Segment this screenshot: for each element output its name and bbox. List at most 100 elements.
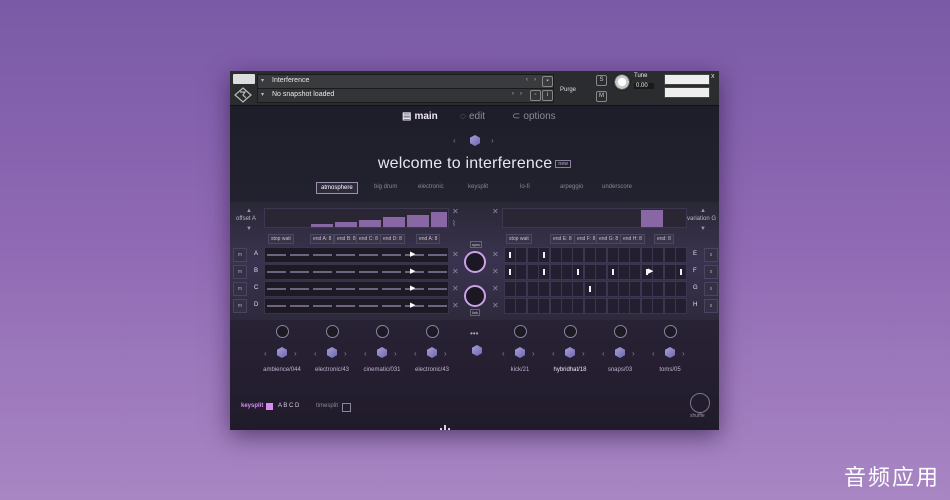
- step-end-tag[interactable]: end A: 8: [416, 234, 441, 244]
- solo-icon[interactable]: S: [596, 75, 607, 86]
- step-cell[interactable]: [515, 281, 528, 297]
- step-cell[interactable]: [526, 264, 539, 280]
- play-icon[interactable]: ▶: [410, 267, 415, 275]
- play-icon[interactable]: ▶: [410, 250, 415, 258]
- clear-lane-icon[interactable]: ✕: [492, 207, 499, 216]
- slot-knob[interactable]: [376, 325, 389, 338]
- prev-sample-icon[interactable]: ‹: [552, 349, 555, 358]
- velocity-bar[interactable]: [407, 215, 429, 227]
- step-cell[interactable]: [606, 247, 619, 263]
- sync-tag[interactable]: sync: [470, 241, 483, 248]
- prev-sample-icon[interactable]: ‹: [364, 349, 367, 358]
- step-cell[interactable]: [675, 281, 687, 297]
- step-cell[interactable]: [561, 281, 573, 297]
- slot-knob[interactable]: [276, 325, 289, 338]
- step-cell[interactable]: [652, 281, 665, 297]
- velocity-bar[interactable]: [335, 222, 357, 227]
- step-cell[interactable]: [504, 298, 516, 314]
- solo-row-button[interactable]: s: [704, 265, 718, 279]
- next-sample-icon[interactable]: ›: [394, 349, 397, 358]
- sample-cube-icon[interactable]: [377, 347, 387, 358]
- step-end-tag[interactable]: end B: 8: [334, 234, 359, 244]
- slot-knob[interactable]: [564, 325, 577, 338]
- slot-knob[interactable]: [514, 325, 527, 338]
- prev-sample-icon[interactable]: ‹: [602, 349, 605, 358]
- step-cell[interactable]: [504, 264, 516, 280]
- play-icon[interactable]: ▶: [648, 267, 653, 275]
- step-cell[interactable]: [606, 281, 619, 297]
- tune-knob[interactable]: [613, 73, 631, 91]
- preset-tab[interactable]: underscore: [598, 182, 636, 192]
- step-cell[interactable]: [640, 298, 653, 314]
- sample-cube-icon[interactable]: [277, 347, 287, 358]
- clear-row-icon[interactable]: ✕: [452, 284, 459, 293]
- velocity-lane-right[interactable]: [502, 208, 687, 228]
- step-end-tag[interactable]: stop wait: [506, 234, 532, 244]
- step-cell[interactable]: [663, 298, 676, 314]
- play-icon[interactable]: ▶: [410, 284, 415, 292]
- step-cell[interactable]: [572, 247, 585, 263]
- step-cell[interactable]: [515, 264, 528, 280]
- step-cell[interactable]: [515, 298, 528, 314]
- step-cell[interactable]: [561, 298, 573, 314]
- prev-snapshot-icon[interactable]: ‹: [512, 91, 514, 97]
- step-end-tag[interactable]: end D: 8: [380, 234, 405, 244]
- clear-lane-icon[interactable]: ✕: [452, 207, 459, 216]
- step-cell[interactable]: [515, 247, 528, 263]
- chevron-down-icon[interactable]: ▾: [261, 91, 264, 98]
- slot-knob[interactable]: [664, 325, 677, 338]
- step-cell[interactable]: [663, 281, 676, 297]
- tab-edit[interactable]: ◌ edit: [460, 111, 485, 122]
- step-cell[interactable]: [561, 264, 573, 280]
- preset-tab[interactable]: lo-fi: [516, 182, 534, 192]
- step-cell[interactable]: [606, 298, 619, 314]
- step-cell[interactable]: [504, 247, 516, 263]
- step-end-tag[interactable]: end F: 8: [574, 234, 599, 244]
- step-end-tag[interactable]: end H: 8: [620, 234, 645, 244]
- purge-menu[interactable]: Purge: [560, 87, 576, 93]
- sample-cube-icon[interactable]: [327, 347, 337, 358]
- crossfade-knob[interactable]: [464, 251, 486, 273]
- slot-knob[interactable]: [326, 325, 339, 338]
- center-cube-icon[interactable]: [472, 345, 482, 356]
- next-snapshot-icon[interactable]: ›: [520, 91, 522, 97]
- next-sample-icon[interactable]: ›: [632, 349, 635, 358]
- step-cell[interactable]: [504, 281, 516, 297]
- close-icon[interactable]: x: [711, 73, 715, 80]
- step-cell[interactable]: [675, 264, 687, 280]
- step-cell[interactable]: [663, 247, 676, 263]
- step-cell[interactable]: [549, 247, 562, 263]
- next-sample-icon[interactable]: ›: [344, 349, 347, 358]
- offset-up-icon[interactable]: ▲: [246, 208, 252, 214]
- step-cell[interactable]: [595, 281, 608, 297]
- random-lane-icon[interactable]: ⌇: [452, 219, 456, 228]
- velocity-bar[interactable]: [431, 212, 447, 227]
- clear-row-icon[interactable]: ✕: [452, 250, 459, 259]
- camera-icon[interactable]: ▪: [542, 76, 553, 87]
- step-cell[interactable]: [561, 247, 573, 263]
- mute-row-button[interactable]: m: [233, 248, 247, 262]
- sample-track[interactable]: [264, 281, 449, 297]
- play-icon[interactable]: ▶: [410, 301, 415, 309]
- step-end-tag[interactable]: end A: 8: [310, 234, 335, 244]
- step-cell[interactable]: [595, 298, 608, 314]
- prev-preset-icon[interactable]: ‹: [453, 136, 456, 145]
- offset-down-icon[interactable]: ▼: [246, 226, 252, 232]
- solo-row-button[interactable]: s: [704, 248, 718, 262]
- step-end-tag[interactable]: end G: 8: [596, 234, 622, 244]
- sample-track[interactable]: [264, 247, 449, 263]
- volume-meter[interactable]: [664, 74, 710, 85]
- next-sample-icon[interactable]: ›: [444, 349, 447, 358]
- link-tag[interactable]: link: [470, 309, 481, 316]
- step-cell[interactable]: [572, 281, 585, 297]
- variation-down-icon[interactable]: ▼: [700, 226, 706, 232]
- preset-tab[interactable]: atmosphere: [316, 182, 358, 194]
- step-cell[interactable]: [526, 298, 539, 314]
- step-cell[interactable]: [629, 298, 642, 314]
- preset-tab[interactable]: arpeggio: [556, 182, 587, 192]
- velocity-bar[interactable]: [359, 220, 381, 227]
- mute-row-button[interactable]: m: [233, 282, 247, 296]
- step-cell[interactable]: [526, 281, 539, 297]
- timesplit-checkbox[interactable]: [342, 403, 351, 412]
- step-end-tag[interactable]: end E: 8: [550, 234, 575, 244]
